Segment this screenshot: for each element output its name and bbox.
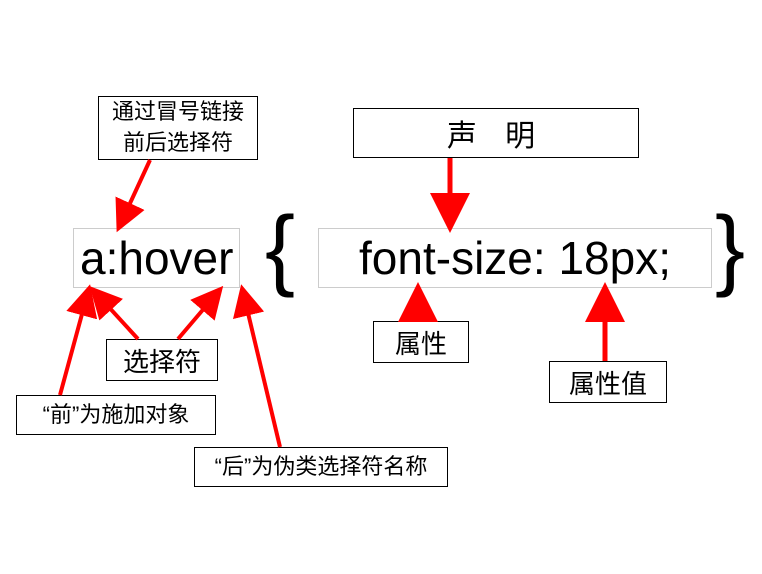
code-selector: a:hover	[73, 228, 240, 288]
annotation-text: 声 明	[447, 111, 545, 155]
annotation-text: 通过冒号链接前后选择符	[107, 97, 249, 159]
annotation-text: 属性	[395, 324, 447, 361]
annotation-declaration: 声 明	[353, 108, 639, 158]
arrow-selector-hover	[178, 292, 218, 339]
annotation-text: 选择符	[123, 342, 201, 379]
annotation-text: “后”为伪类选择符名称	[215, 452, 428, 483]
arrow-selector-a	[95, 292, 138, 339]
annotation-selector: 选择符	[106, 339, 218, 381]
code-close-brace: }	[715, 198, 745, 301]
arrow-colon	[120, 160, 150, 225]
code-declaration-text: font-size: 18px;	[359, 232, 671, 284]
brace-text: }	[715, 199, 745, 299]
annotation-colon-link: 通过冒号链接前后选择符	[98, 96, 258, 160]
annotation-text: 属性值	[569, 364, 647, 401]
annotation-text: “前”为施加对象	[43, 400, 190, 431]
annotation-back-pseudo: “后”为伪类选择符名称	[194, 447, 448, 487]
arrow-front	[60, 292, 88, 395]
annotation-value: 属性值	[549, 361, 667, 403]
code-open-brace: {	[265, 198, 295, 301]
brace-text: {	[265, 199, 295, 299]
code-declaration: font-size: 18px;	[318, 228, 712, 288]
code-selector-text: a:hover	[80, 232, 233, 284]
arrow-back	[243, 292, 280, 447]
annotation-front-target: “前”为施加对象	[16, 395, 216, 435]
annotation-property: 属性	[373, 321, 469, 363]
